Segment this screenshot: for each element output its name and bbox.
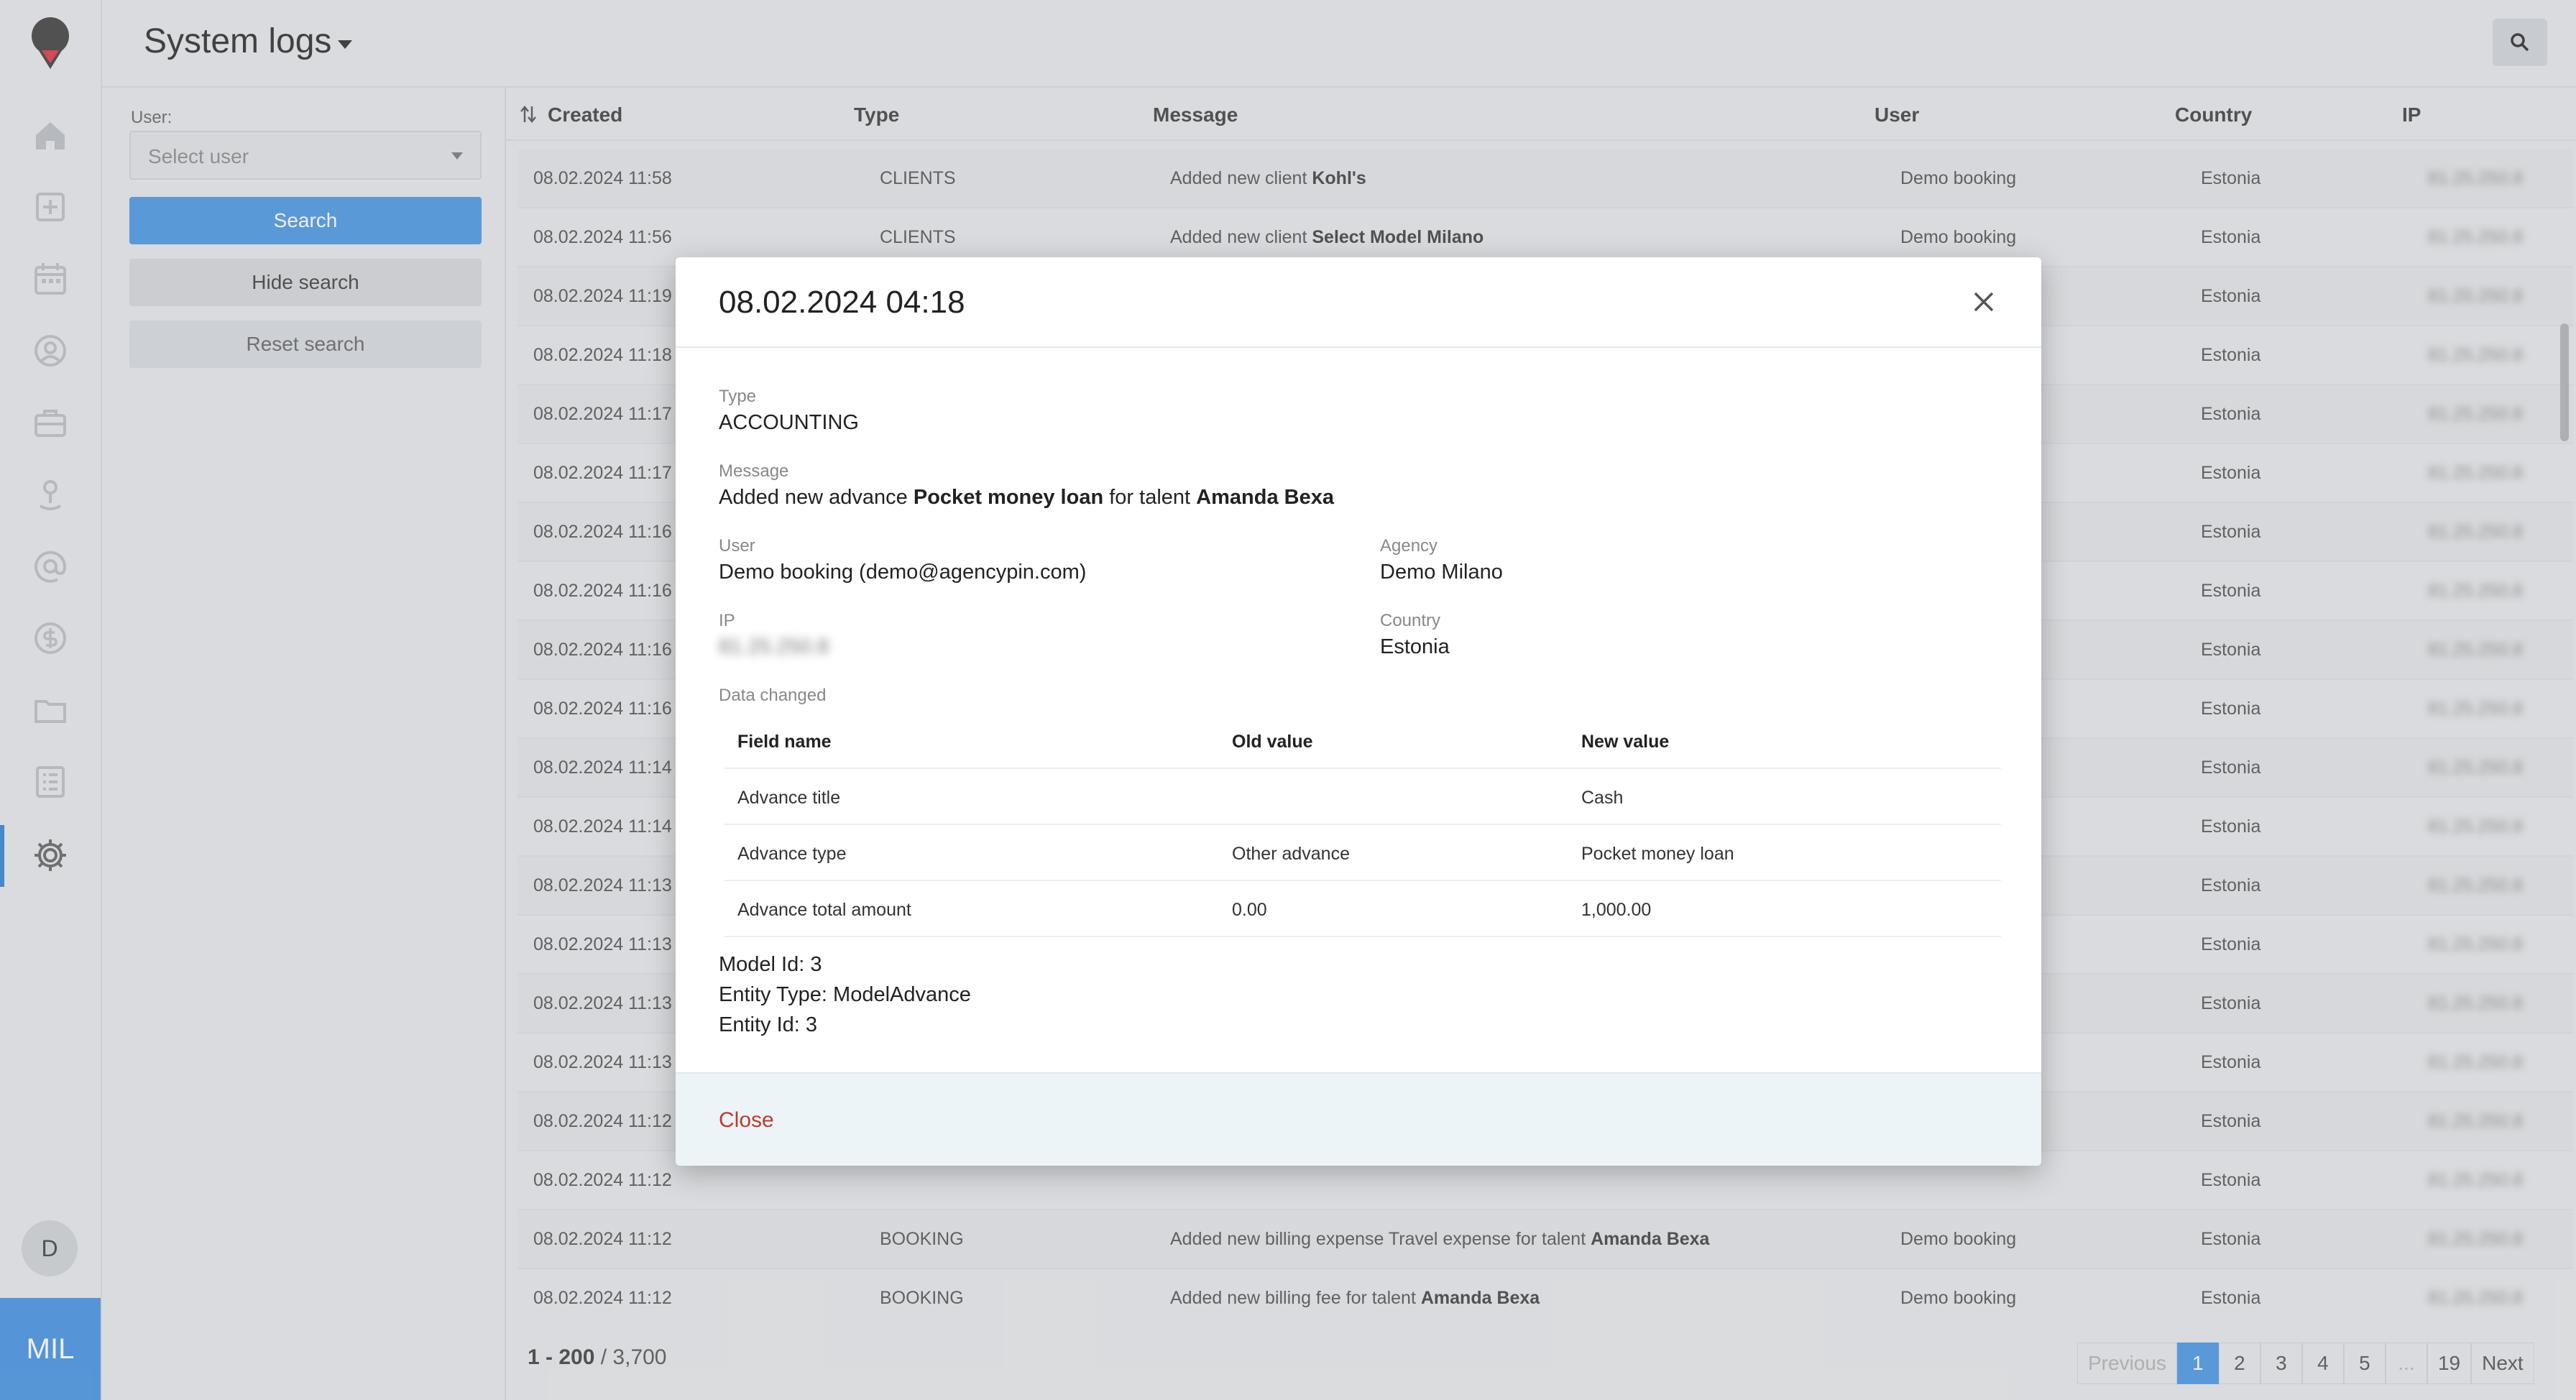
- change-new-value: 1,000.00: [1581, 900, 1652, 920]
- message-text: for talent: [1103, 486, 1197, 509]
- country-label: Country: [1380, 611, 1441, 630]
- country-value: Estonia: [1380, 635, 1450, 658]
- modal-footer: Close: [676, 1072, 2041, 1166]
- column-field-name: Field name: [737, 732, 832, 752]
- modal-header: 08.02.2024 04:18: [676, 257, 2041, 348]
- changes-row: Advance total amount 0.00 1,000.00: [724, 881, 2001, 937]
- entity-type: Entity Type: ModelAdvance: [719, 983, 971, 1006]
- change-new-value: Pocket money loan: [1581, 844, 1734, 864]
- close-button[interactable]: Close: [719, 1108, 774, 1133]
- changes-row: Advance title Cash: [724, 769, 2001, 825]
- data-changed-label: Data changed: [719, 686, 827, 705]
- entity-id: Entity Id: 3: [719, 1013, 818, 1036]
- agency-label: Agency: [1380, 536, 1438, 556]
- agency-value: Demo Milano: [1380, 561, 1503, 584]
- ip-value: 81.25.250.8: [719, 635, 829, 658]
- model-id: Model Id: 3: [719, 953, 822, 976]
- user-value: Demo booking (demo@agencypin.com): [719, 561, 1087, 584]
- change-old-value: 0.00: [1232, 900, 1267, 920]
- change-field: Advance type: [737, 844, 847, 864]
- message-text: Added new advance: [719, 486, 914, 509]
- log-detail-modal: 08.02.2024 04:18 Type ACCOUNTING Message…: [676, 257, 2041, 1166]
- change-new-value: Cash: [1581, 788, 1624, 808]
- message-advance-name: Pocket money loan: [913, 486, 1104, 509]
- column-old-value: Old value: [1232, 732, 1313, 752]
- change-field: Advance total amount: [737, 900, 911, 920]
- message-value: Added new advance Pocket money loan for …: [719, 486, 1334, 510]
- close-icon[interactable]: [1968, 286, 2000, 318]
- message-talent-name: Amanda Bexa: [1196, 486, 1334, 509]
- type-label: Type: [719, 387, 757, 406]
- modal-title: 08.02.2024 04:18: [719, 285, 965, 320]
- changes-row: Advance type Other advance Pocket money lo…: [724, 825, 2001, 881]
- changes-header: Field name Old value New value: [724, 713, 2001, 769]
- change-field: Advance title: [737, 788, 841, 808]
- change-old-value: Other advance: [1232, 844, 1350, 864]
- ip-label: IP: [719, 611, 735, 630]
- user-label: User: [719, 536, 755, 556]
- type-value: ACCOUNTING: [719, 411, 859, 434]
- column-new-value: New value: [1581, 732, 1670, 752]
- message-label: Message: [719, 461, 789, 481]
